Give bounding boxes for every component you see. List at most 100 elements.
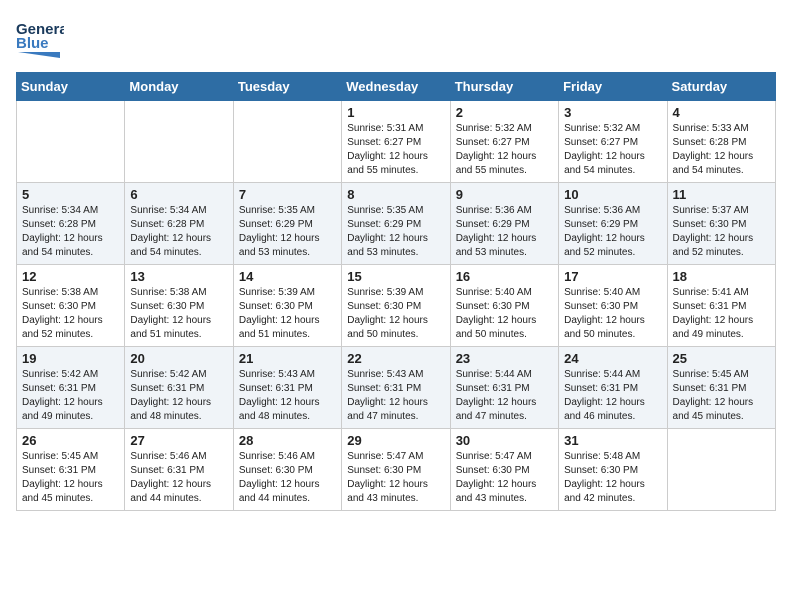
day-number: 5 <box>22 187 119 202</box>
day-info: Sunrise: 5:44 AM Sunset: 6:31 PM Dayligh… <box>564 368 661 424</box>
day-info: Sunrise: 5:43 AM Sunset: 6:31 PM Dayligh… <box>239 368 336 424</box>
calendar-cell: 4 Sunrise: 5:33 AM Sunset: 6:28 PM Daylig… <box>667 101 775 183</box>
day-info: Sunrise: 5:39 AM Sunset: 6:30 PM Dayligh… <box>347 286 444 342</box>
day-number: 10 <box>564 187 661 202</box>
calendar-cell: 29 Sunrise: 5:47 AM Sunset: 6:30 PM Dayli… <box>342 429 450 511</box>
day-info: Sunrise: 5:34 AM Sunset: 6:28 PM Dayligh… <box>130 204 227 260</box>
day-info: Sunrise: 5:35 AM Sunset: 6:29 PM Dayligh… <box>239 204 336 260</box>
day-number: 2 <box>456 105 553 120</box>
day-number: 7 <box>239 187 336 202</box>
day-info: Sunrise: 5:34 AM Sunset: 6:28 PM Dayligh… <box>22 204 119 260</box>
day-number: 17 <box>564 269 661 284</box>
day-number: 23 <box>456 351 553 366</box>
calendar-cell: 5 Sunrise: 5:34 AM Sunset: 6:28 PM Daylig… <box>17 183 125 265</box>
day-number: 13 <box>130 269 227 284</box>
day-info: Sunrise: 5:36 AM Sunset: 6:29 PM Dayligh… <box>456 204 553 260</box>
day-info: Sunrise: 5:38 AM Sunset: 6:30 PM Dayligh… <box>22 286 119 342</box>
calendar-cell <box>125 101 233 183</box>
day-number: 27 <box>130 433 227 448</box>
weekday-header: Wednesday <box>342 73 450 101</box>
svg-text:Blue: Blue <box>16 35 49 52</box>
day-info: Sunrise: 5:46 AM Sunset: 6:31 PM Dayligh… <box>130 450 227 506</box>
calendar-week-row: 5 Sunrise: 5:34 AM Sunset: 6:28 PM Daylig… <box>17 183 776 265</box>
calendar-cell <box>17 101 125 183</box>
calendar-cell: 1 Sunrise: 5:31 AM Sunset: 6:27 PM Daylig… <box>342 101 450 183</box>
calendar-cell: 3 Sunrise: 5:32 AM Sunset: 6:27 PM Daylig… <box>559 101 667 183</box>
day-info: Sunrise: 5:46 AM Sunset: 6:30 PM Dayligh… <box>239 450 336 506</box>
day-number: 11 <box>673 187 770 202</box>
day-number: 14 <box>239 269 336 284</box>
weekday-header-row: SundayMondayTuesdayWednesdayThursdayFrid… <box>17 73 776 101</box>
calendar-week-row: 12 Sunrise: 5:38 AM Sunset: 6:30 PM Dayli… <box>17 265 776 347</box>
day-info: Sunrise: 5:47 AM Sunset: 6:30 PM Dayligh… <box>347 450 444 506</box>
day-number: 20 <box>130 351 227 366</box>
calendar-cell: 12 Sunrise: 5:38 AM Sunset: 6:30 PM Dayli… <box>17 265 125 347</box>
day-info: Sunrise: 5:42 AM Sunset: 6:31 PM Dayligh… <box>130 368 227 424</box>
day-number: 31 <box>564 433 661 448</box>
calendar-table: SundayMondayTuesdayWednesdayThursdayFrid… <box>16 72 776 511</box>
day-number: 8 <box>347 187 444 202</box>
day-number: 21 <box>239 351 336 366</box>
calendar-cell: 20 Sunrise: 5:42 AM Sunset: 6:31 PM Dayli… <box>125 347 233 429</box>
calendar-cell: 6 Sunrise: 5:34 AM Sunset: 6:28 PM Daylig… <box>125 183 233 265</box>
day-number: 30 <box>456 433 553 448</box>
calendar-cell: 19 Sunrise: 5:42 AM Sunset: 6:31 PM Dayli… <box>17 347 125 429</box>
weekday-header: Sunday <box>17 73 125 101</box>
calendar-cell: 11 Sunrise: 5:37 AM Sunset: 6:30 PM Dayli… <box>667 183 775 265</box>
day-info: Sunrise: 5:37 AM Sunset: 6:30 PM Dayligh… <box>673 204 770 260</box>
day-info: Sunrise: 5:41 AM Sunset: 6:31 PM Dayligh… <box>673 286 770 342</box>
calendar-cell: 7 Sunrise: 5:35 AM Sunset: 6:29 PM Daylig… <box>233 183 341 265</box>
calendar-cell: 21 Sunrise: 5:43 AM Sunset: 6:31 PM Dayli… <box>233 347 341 429</box>
day-info: Sunrise: 5:42 AM Sunset: 6:31 PM Dayligh… <box>22 368 119 424</box>
day-number: 28 <box>239 433 336 448</box>
calendar-cell <box>233 101 341 183</box>
day-info: Sunrise: 5:45 AM Sunset: 6:31 PM Dayligh… <box>22 450 119 506</box>
calendar-cell: 9Sunrise: 5:36 AM Sunset: 6:29 PM Daylig… <box>450 183 558 265</box>
day-number: 19 <box>22 351 119 366</box>
calendar-cell: 13Sunrise: 5:38 AM Sunset: 6:30 PM Dayli… <box>125 265 233 347</box>
day-info: Sunrise: 5:32 AM Sunset: 6:27 PM Dayligh… <box>564 122 661 178</box>
calendar-cell: 10Sunrise: 5:36 AM Sunset: 6:29 PM Dayli… <box>559 183 667 265</box>
day-number: 1 <box>347 105 444 120</box>
logo-icon: General Blue <box>16 16 64 60</box>
day-info: Sunrise: 5:48 AM Sunset: 6:30 PM Dayligh… <box>564 450 661 506</box>
day-number: 6 <box>130 187 227 202</box>
calendar-cell: 26Sunrise: 5:45 AM Sunset: 6:31 PM Dayli… <box>17 429 125 511</box>
weekday-header: Thursday <box>450 73 558 101</box>
day-info: Sunrise: 5:40 AM Sunset: 6:30 PM Dayligh… <box>456 286 553 342</box>
calendar-cell: 15Sunrise: 5:39 AM Sunset: 6:30 PM Dayli… <box>342 265 450 347</box>
weekday-header: Friday <box>559 73 667 101</box>
day-number: 16 <box>456 269 553 284</box>
calendar-cell: 31 Sunrise: 5:48 AM Sunset: 6:30 PM Dayli… <box>559 429 667 511</box>
day-info: Sunrise: 5:39 AM Sunset: 6:30 PM Dayligh… <box>239 286 336 342</box>
calendar-cell: 23 Sunrise: 5:44 AM Sunset: 6:31 PM Dayli… <box>450 347 558 429</box>
day-info: Sunrise: 5:35 AM Sunset: 6:29 PM Dayligh… <box>347 204 444 260</box>
day-info: Sunrise: 5:44 AM Sunset: 6:31 PM Dayligh… <box>456 368 553 424</box>
day-number: 3 <box>564 105 661 120</box>
calendar-cell: 25Sunrise: 5:45 AM Sunset: 6:31 PM Dayli… <box>667 347 775 429</box>
calendar-cell: 14 Sunrise: 5:39 AM Sunset: 6:30 PM Dayli… <box>233 265 341 347</box>
day-number: 12 <box>22 269 119 284</box>
weekday-header: Monday <box>125 73 233 101</box>
calendar-cell: 18 Sunrise: 5:41 AM Sunset: 6:31 PM Dayli… <box>667 265 775 347</box>
day-number: 18 <box>673 269 770 284</box>
day-number: 22 <box>347 351 444 366</box>
page-header: General Blue <box>16 16 776 60</box>
calendar-cell: 8 Sunrise: 5:35 AM Sunset: 6:29 PM Daylig… <box>342 183 450 265</box>
day-number: 24 <box>564 351 661 366</box>
calendar-cell: 27 Sunrise: 5:46 AM Sunset: 6:31 PM Dayli… <box>125 429 233 511</box>
day-info: Sunrise: 5:33 AM Sunset: 6:28 PM Dayligh… <box>673 122 770 178</box>
day-info: Sunrise: 5:43 AM Sunset: 6:31 PM Dayligh… <box>347 368 444 424</box>
calendar-cell <box>667 429 775 511</box>
calendar-cell: 16 Sunrise: 5:40 AM Sunset: 6:30 PM Dayli… <box>450 265 558 347</box>
weekday-header: Tuesday <box>233 73 341 101</box>
calendar-week-row: 1 Sunrise: 5:31 AM Sunset: 6:27 PM Daylig… <box>17 101 776 183</box>
calendar-cell: 28 Sunrise: 5:46 AM Sunset: 6:30 PM Dayli… <box>233 429 341 511</box>
day-number: 4 <box>673 105 770 120</box>
calendar-cell: 30Sunrise: 5:47 AM Sunset: 6:30 PM Dayli… <box>450 429 558 511</box>
day-info: Sunrise: 5:31 AM Sunset: 6:27 PM Dayligh… <box>347 122 444 178</box>
calendar-week-row: 19 Sunrise: 5:42 AM Sunset: 6:31 PM Dayli… <box>17 347 776 429</box>
calendar-cell: 22 Sunrise: 5:43 AM Sunset: 6:31 PM Dayli… <box>342 347 450 429</box>
day-number: 25 <box>673 351 770 366</box>
day-number: 29 <box>347 433 444 448</box>
